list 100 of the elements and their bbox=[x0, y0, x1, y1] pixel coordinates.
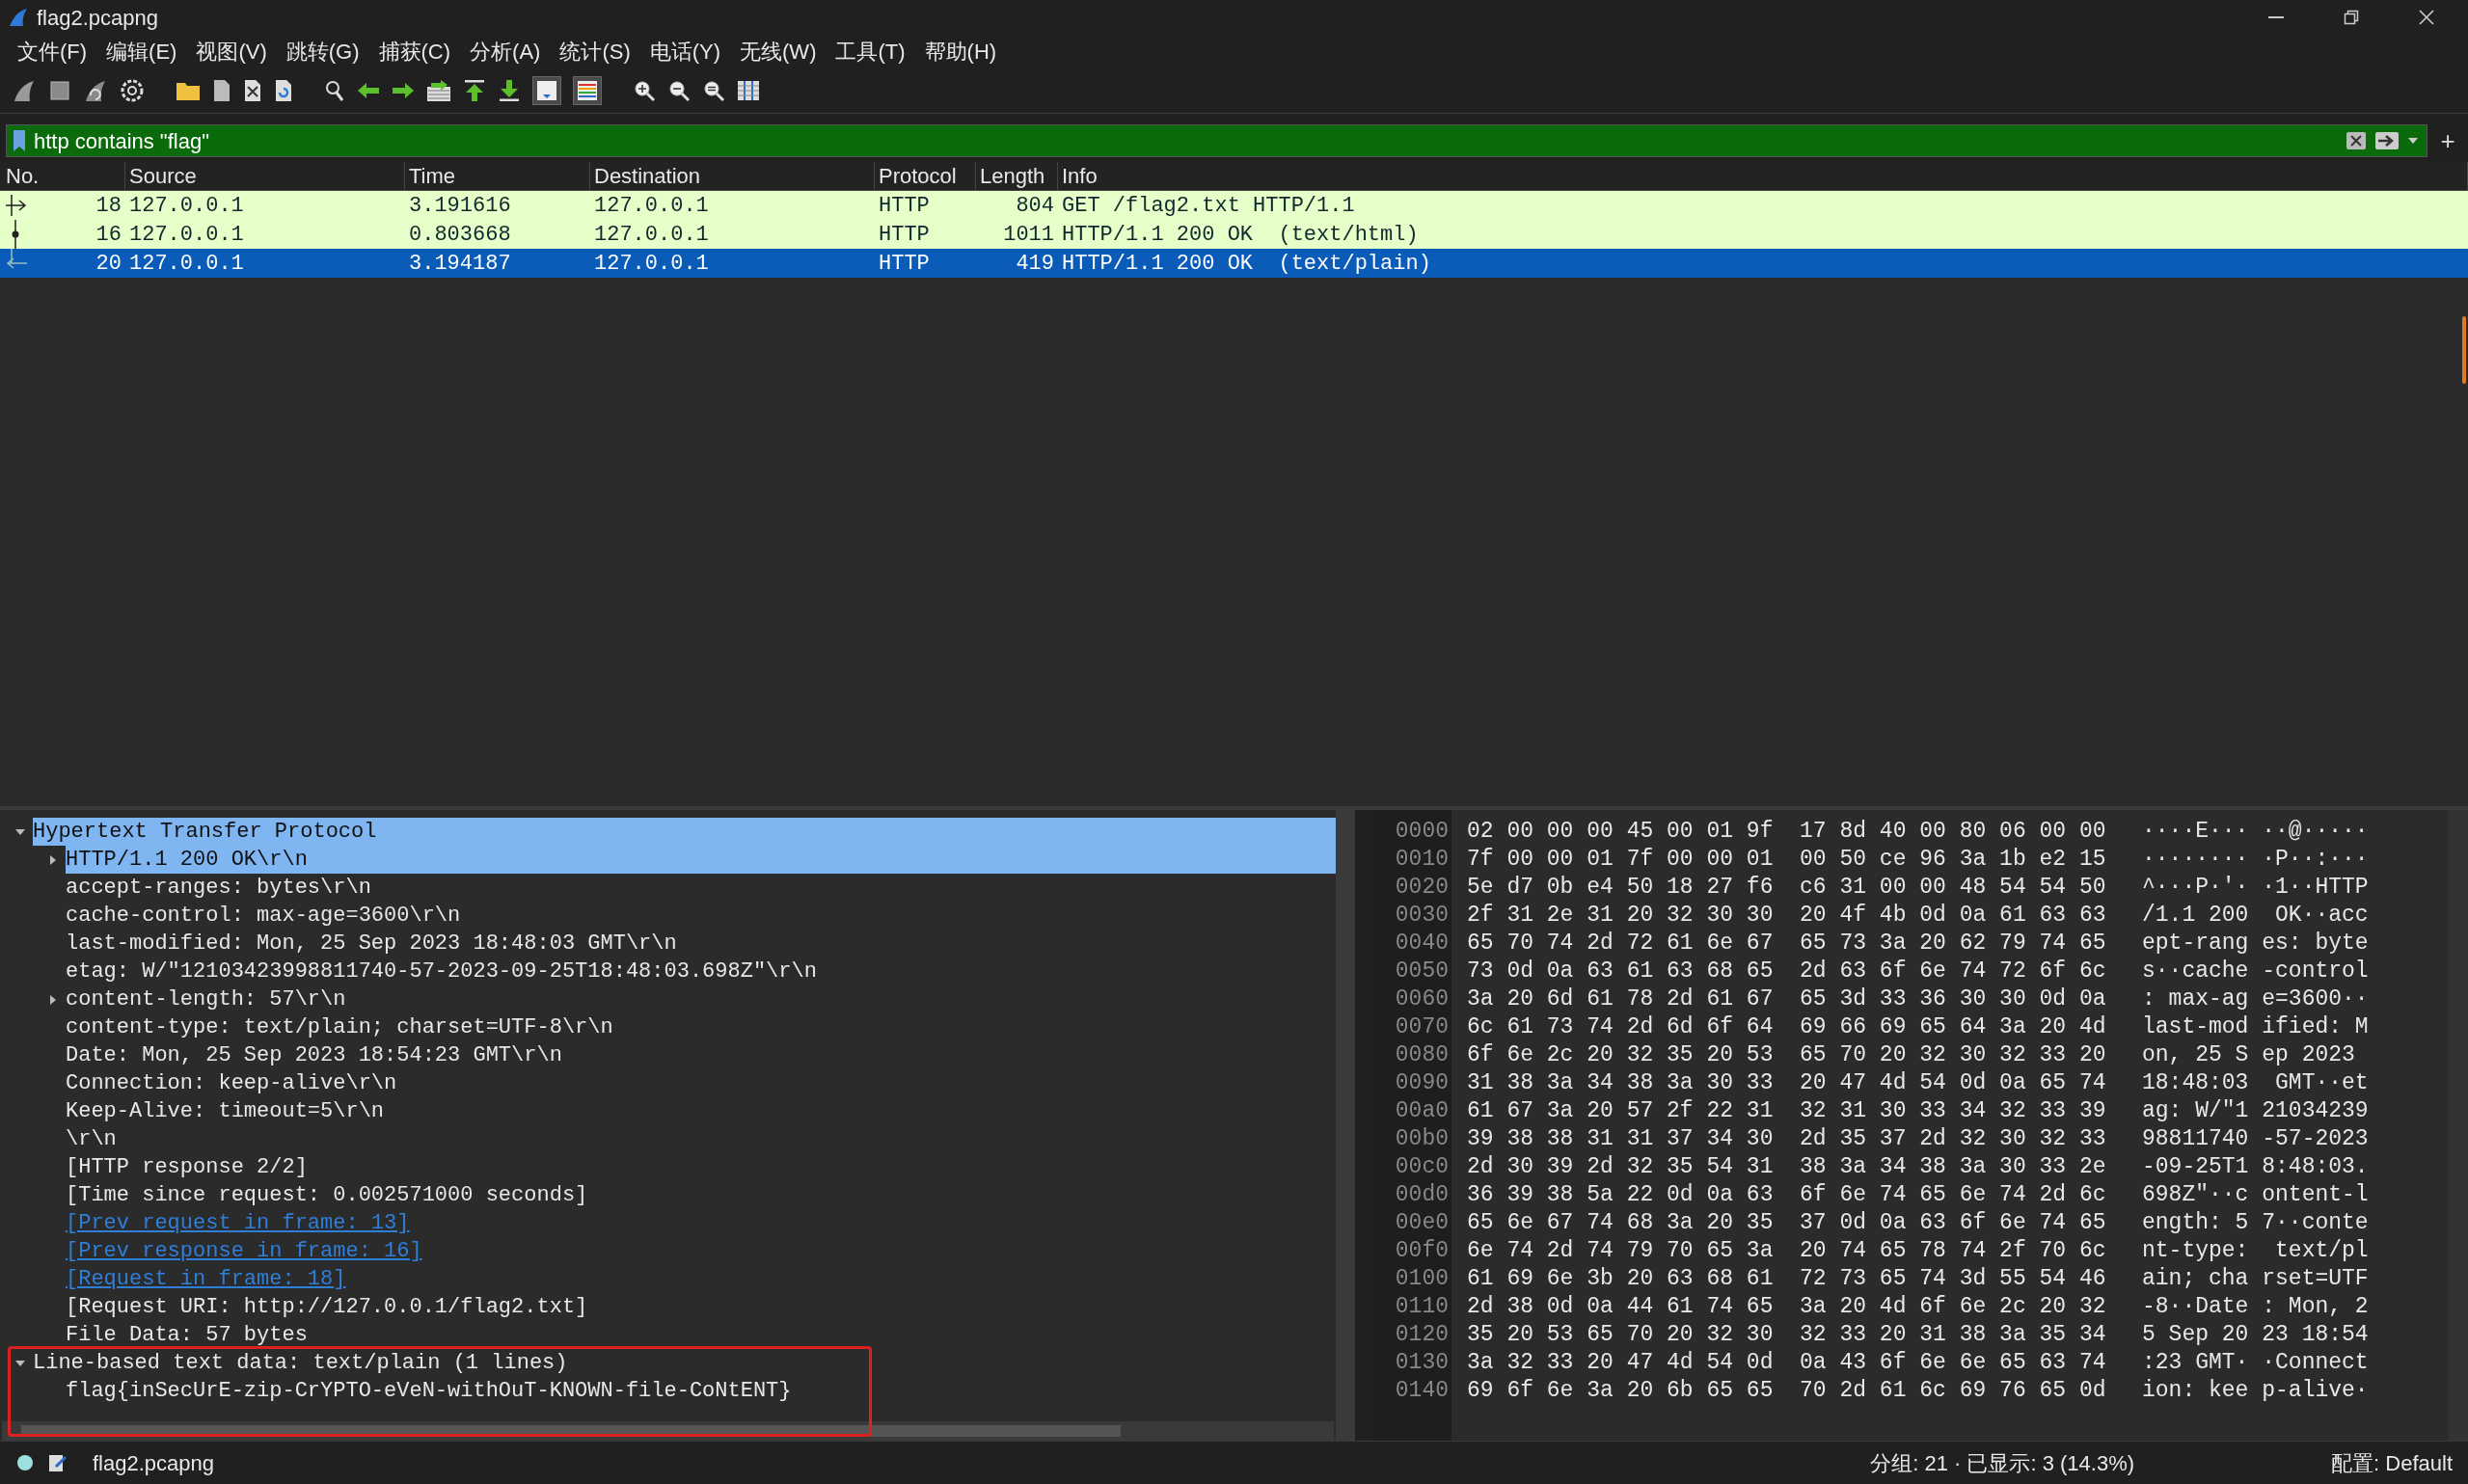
hex-bytes: 6f 6e 2c 20 32 35 20 53 65 70 20 32 30 32 33 20 bbox=[1467, 1041, 2107, 1070]
collapsed-arrow-icon[interactable] bbox=[49, 993, 57, 1006]
hex-offset: 00d0 bbox=[1395, 1181, 1449, 1209]
column-header[interactable]: Info bbox=[1058, 162, 2468, 190]
packet-row[interactable]: 18 127.0.0.1 3.191616 127.0.0.1 HTTP 804 GET /flag2.txt HTTP/1.1 bbox=[0, 191, 2468, 220]
menu-item[interactable]: 文件(F) bbox=[8, 35, 97, 67]
hex-bytes: 65 70 74 2d 72 61 6e 67 65 73 3a 20 62 79 74 65 bbox=[1467, 930, 2107, 958]
ascii-text: 18:48:03 GMT··et bbox=[2142, 1069, 2369, 1098]
hex-offset: 0010 bbox=[1395, 846, 1449, 874]
menu-item[interactable]: 跳转(G) bbox=[276, 35, 369, 67]
hex-bytes: 73 0d 0a 63 61 63 68 65 2d 63 6f 6e 74 72 6f 6c bbox=[1467, 958, 2107, 986]
menu-item[interactable]: 分析(A) bbox=[460, 35, 551, 67]
column-header[interactable]: Destination bbox=[590, 162, 875, 190]
edit-icon[interactable] bbox=[48, 1453, 68, 1472]
close-file-icon[interactable] bbox=[243, 78, 262, 102]
expanded-arrow-icon[interactable] bbox=[14, 827, 26, 836]
hex-offset: 00c0 bbox=[1395, 1153, 1449, 1181]
packet-row[interactable]: 16 127.0.0.1 0.803668 127.0.0.1 HTTP 1011 HTTP/1.1 200 OK (text/html) bbox=[0, 220, 2468, 249]
column-header[interactable]: Source bbox=[125, 162, 405, 190]
table-cell-text: HTTP bbox=[879, 221, 930, 249]
menu-item[interactable]: 统计(S) bbox=[550, 35, 640, 67]
tree-item[interactable]: etag: W/"12103423998811740-57-2023-09-25T18:48:03.698Z"\r\n bbox=[66, 958, 817, 985]
hex-bytes: 65 6e 67 74 68 3a 20 35 37 0d 0a 63 6f 6e 74 65 bbox=[1467, 1209, 2107, 1238]
add-filter-button[interactable]: + bbox=[2433, 121, 2462, 160]
tree-item[interactable]: cache-control: max-age=3600\r\n bbox=[66, 902, 461, 930]
hex-bytes: 61 67 3a 20 57 2f 22 31 32 31 30 33 34 32 33 39 bbox=[1467, 1097, 2107, 1126]
table-cell-text: 1011 bbox=[1003, 221, 1054, 249]
scrollbar-marker bbox=[2462, 316, 2466, 384]
ascii-text: ag: W/"1 21034239 bbox=[2142, 1097, 2369, 1126]
caret-icon[interactable] bbox=[2407, 137, 2419, 145]
autoscroll-icon[interactable] bbox=[532, 75, 561, 105]
ascii-text: : max-ag e=3600·· bbox=[2142, 985, 2369, 1014]
menu-item[interactable]: 捕获(C) bbox=[368, 35, 461, 67]
zoom-out-icon[interactable] bbox=[667, 78, 691, 102]
tree-item[interactable]: Date: Mon, 25 Sep 2023 18:54:23 GMT\r\n bbox=[66, 1041, 562, 1069]
packet-row[interactable]: 20 127.0.0.1 3.194187 127.0.0.1 HTTP 419 HTTP/1.1 200 OK (text/plain) bbox=[0, 249, 2468, 278]
tree-item[interactable]: content-length: 57\r\n bbox=[66, 985, 346, 1013]
tree-item[interactable]: [Request URI: http://127.0.0.1/flag2.txt] bbox=[66, 1293, 588, 1321]
table-cell-text: 804 bbox=[1016, 192, 1054, 220]
horizontal-scrollbar[interactable] bbox=[2, 1421, 1334, 1441]
column-header[interactable]: No. bbox=[0, 162, 125, 190]
hex-offset: 00e0 bbox=[1395, 1209, 1449, 1237]
resize-columns-icon[interactable] bbox=[737, 79, 760, 101]
forward-arrow-icon[interactable] bbox=[392, 80, 415, 100]
tree-item[interactable]: [HTTP response 2/2] bbox=[66, 1153, 308, 1181]
ascii-text: last-mod ified: M bbox=[2142, 1013, 2369, 1042]
expanded-arrow-icon[interactable] bbox=[14, 1359, 26, 1367]
table-cell-text: 419 bbox=[1016, 250, 1054, 278]
tree-item[interactable]: content-type: text/plain; charset=UTF-8\r\n bbox=[66, 1013, 613, 1041]
menu-item[interactable]: 工具(T) bbox=[826, 35, 915, 67]
menu-item[interactable]: 无线(W) bbox=[730, 35, 827, 67]
go-to-packet-icon[interactable] bbox=[426, 78, 451, 102]
app-logo-icon bbox=[8, 7, 29, 28]
tree-item[interactable]: accept-ranges: bytes\r\n bbox=[66, 874, 371, 902]
hex-offset: 00f0 bbox=[1395, 1237, 1449, 1265]
tree-item[interactable]: [Time since request: 0.002571000 seconds] bbox=[66, 1181, 588, 1209]
packet-count: 分组: 21 · 已显示: 3 (14.3%) bbox=[1870, 1449, 2135, 1477]
collapsed-arrow-icon[interactable] bbox=[49, 853, 57, 866]
back-arrow-icon[interactable] bbox=[357, 80, 380, 100]
file-icon[interactable] bbox=[212, 78, 231, 102]
tree-item[interactable]: Hypertext Transfer Protocol bbox=[33, 818, 1336, 846]
hex-bytes: 36 39 38 5a 22 0d 0a 63 6f 6e 74 65 6e 74 2d 6c bbox=[1467, 1181, 2107, 1210]
tree-item[interactable]: Line-based text data: text/plain (1 lines) bbox=[33, 1349, 568, 1377]
tree-item[interactable]: flag{inSecUrE-zip-CrYPTO-eVeN-withOuT-KNOWN-file-CoNtENT} bbox=[66, 1377, 792, 1405]
zoom-reset-icon[interactable] bbox=[702, 78, 725, 102]
settings-icon[interactable] bbox=[120, 77, 145, 103]
hex-offset: 0140 bbox=[1395, 1377, 1449, 1405]
clear-icon[interactable] bbox=[2346, 131, 2367, 150]
first-packet-icon[interactable] bbox=[463, 78, 486, 102]
last-packet-icon[interactable] bbox=[498, 78, 521, 102]
tree-item[interactable]: Keep-Alive: timeout=5\r\n bbox=[66, 1097, 385, 1125]
column-header[interactable]: Time bbox=[405, 162, 590, 190]
table-cell-text: HTTP bbox=[879, 250, 930, 278]
vertical-scrollbar[interactable] bbox=[1336, 810, 1355, 1441]
ascii-text: s··cache -control bbox=[2142, 958, 2369, 986]
bookmark-icon[interactable] bbox=[13, 129, 26, 152]
hex-bytes: 31 38 3a 34 38 3a 30 33 20 47 4d 54 0d 0a 65 74 bbox=[1467, 1069, 2107, 1098]
hex-offset: 0040 bbox=[1395, 930, 1449, 958]
hex-bytes: 5e d7 0b e4 50 18 27 f6 c6 31 00 00 48 54 54 50 bbox=[1467, 874, 2107, 903]
menu-item[interactable]: 编辑(E) bbox=[96, 35, 187, 67]
tree-item[interactable]: last-modified: Mon, 25 Sep 2023 18:48:03 GMT\r\n bbox=[66, 930, 677, 958]
column-header[interactable]: Protocol bbox=[875, 162, 976, 190]
vertical-scrollbar[interactable] bbox=[2449, 810, 2468, 1441]
colorize-icon[interactable] bbox=[573, 75, 602, 105]
hex-bytes: 2d 30 39 2d 32 35 54 31 38 3a 34 38 3a 30 33 2e bbox=[1467, 1153, 2107, 1182]
menu-item[interactable]: 电话(Y) bbox=[639, 35, 731, 67]
stop-icon[interactable] bbox=[48, 78, 71, 102]
tree-item[interactable]: File Data: 57 bytes bbox=[66, 1321, 308, 1349]
zoom-in-icon[interactable] bbox=[633, 78, 656, 102]
ascii-text: -09-25T1 8:48:03. bbox=[2142, 1153, 2369, 1182]
menu-item[interactable]: 帮助(H) bbox=[914, 35, 1007, 67]
hex-offset: 0000 bbox=[1395, 818, 1449, 846]
reload-file-icon[interactable] bbox=[274, 78, 293, 102]
tree-item[interactable]: HTTP/1.1 200 OK\r\n bbox=[66, 846, 1336, 874]
menu-item[interactable]: 视图(V) bbox=[186, 35, 277, 67]
related-dot-icon bbox=[12, 220, 19, 249]
search-icon[interactable] bbox=[324, 78, 345, 102]
tree-item[interactable]: Connection: keep-alive\r\n bbox=[66, 1069, 397, 1097]
column-header[interactable]: Length bbox=[976, 162, 1058, 190]
tree-item[interactable]: \r\n bbox=[66, 1125, 117, 1153]
